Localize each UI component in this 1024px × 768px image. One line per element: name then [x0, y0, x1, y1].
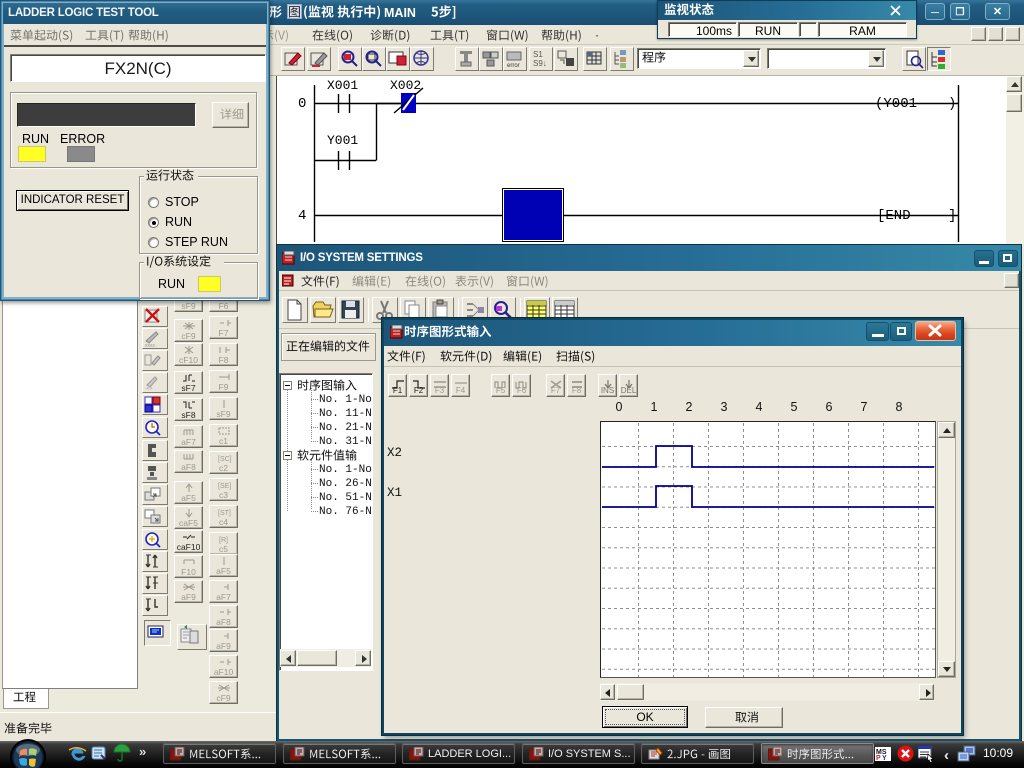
svg-text:error: error [507, 63, 520, 69]
svg-text:xxxx: xxxx [145, 343, 156, 348]
svg-text:P: P [876, 755, 881, 761]
svg-text:[SE]: [SE] [218, 483, 231, 490]
svg-text:-<>: -<> [145, 386, 153, 392]
svg-text:Y: Y [882, 755, 887, 761]
svg-text:[SC]: [SC] [218, 456, 232, 463]
svg-text:[ST]: [ST] [218, 510, 231, 517]
svg-text:S1: S1 [533, 50, 543, 59]
svg-text:[R]: [R] [219, 537, 228, 544]
svg-text:S9↓: S9↓ [533, 59, 547, 68]
